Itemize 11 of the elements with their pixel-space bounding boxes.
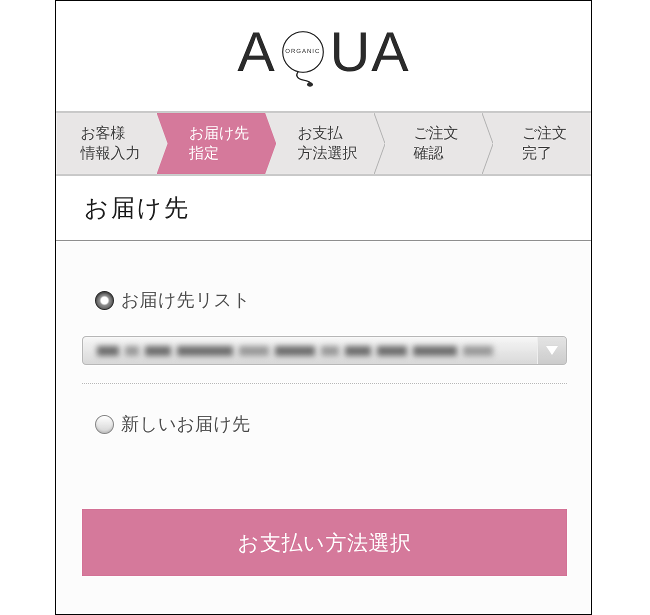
option-label[interactable]: 新しいお届け先 (121, 412, 250, 436)
radio-button[interactable] (95, 414, 114, 434)
logo-ring-drawing (280, 31, 325, 87)
logo-text: A (237, 31, 276, 72)
address-select[interactable] (82, 336, 567, 365)
logo-text: UA (330, 31, 410, 72)
caret-icon (546, 346, 558, 355)
section-title: お届け先 (84, 194, 190, 224)
option-label[interactable]: お届け先リスト (121, 288, 250, 312)
checkout-step: お届け先 指定 (156, 113, 276, 174)
radio-button[interactable] (95, 290, 114, 310)
